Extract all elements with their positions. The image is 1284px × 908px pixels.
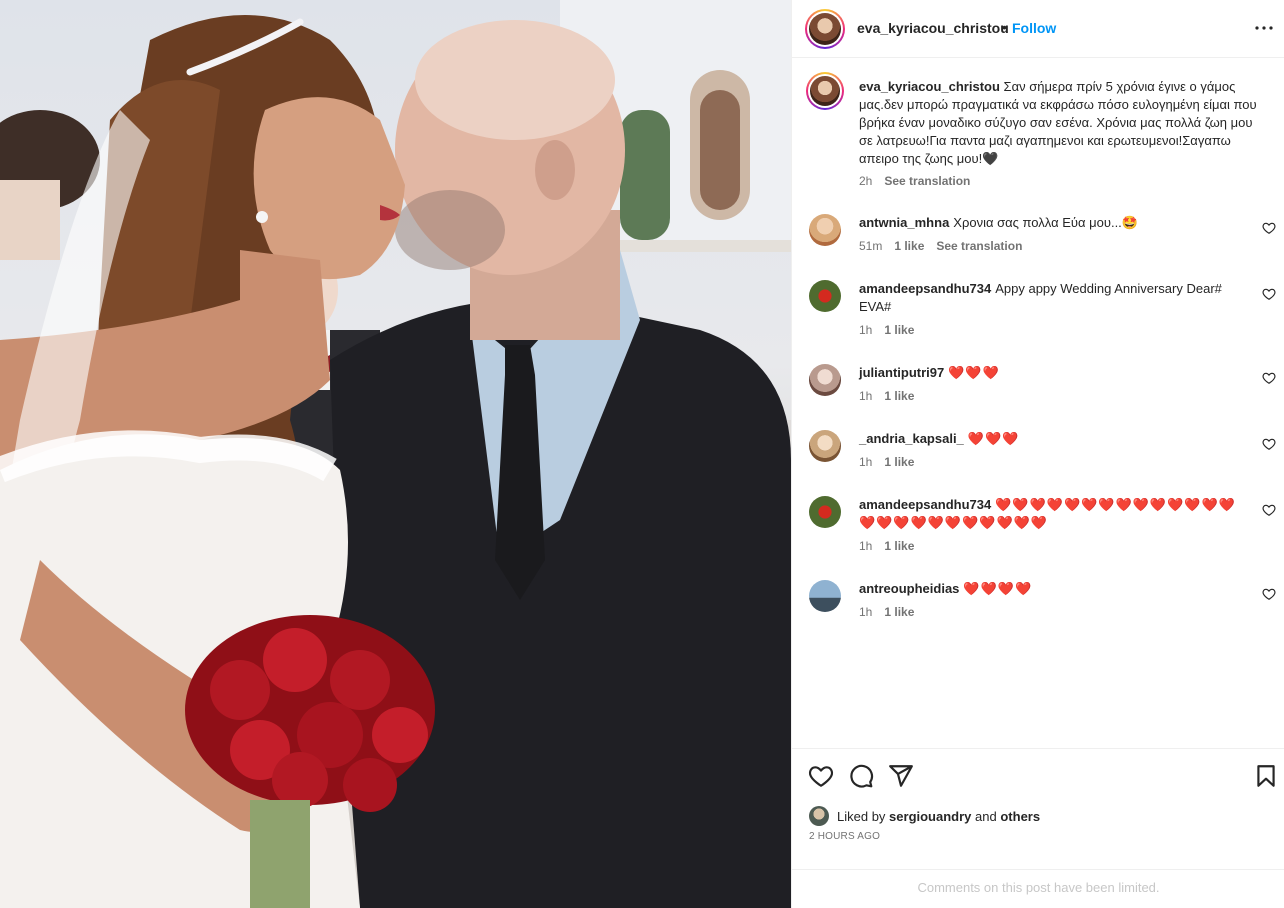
comment-meta: 1h 1 like bbox=[859, 455, 914, 469]
comments-limited-notice: Comments on this post have been limited. bbox=[792, 869, 1284, 907]
heart-outline-icon[interactable] bbox=[808, 763, 834, 789]
comment-time[interactable]: 1h bbox=[859, 539, 872, 553]
comment-text: antwnia_mhna Χρονια σας πολλα Εύα μου...🤩 bbox=[859, 214, 1249, 232]
comment-time[interactable]: 1h bbox=[859, 323, 872, 337]
commenter-avatar[interactable] bbox=[809, 580, 841, 612]
see-translation-button[interactable]: See translation bbox=[884, 174, 970, 188]
comment-meta: 51m 1 like See translation bbox=[859, 239, 1022, 253]
comment-meta: 1h 1 like bbox=[859, 389, 914, 403]
liked-by-and: and bbox=[975, 808, 997, 824]
follow-button[interactable]: Follow bbox=[1012, 20, 1056, 36]
comment-username[interactable]: antwnia_mhna bbox=[859, 215, 949, 230]
post-timestamp[interactable]: 2 HOURS AGO bbox=[809, 831, 880, 842]
comment-time[interactable]: 1h bbox=[859, 389, 872, 403]
comment-heart-icon[interactable] bbox=[1262, 287, 1276, 301]
comment-time[interactable]: 1h bbox=[859, 605, 872, 619]
caption-meta: 2h See translation bbox=[859, 174, 970, 188]
comment-likes[interactable]: 1 like bbox=[884, 389, 914, 403]
comment-heart-icon[interactable] bbox=[1262, 371, 1276, 385]
comment-text: antreoupheidias ❤️❤️❤️❤️ bbox=[859, 580, 1249, 598]
commenter-avatar[interactable] bbox=[809, 280, 841, 312]
comment-likes[interactable]: 1 like bbox=[884, 323, 914, 337]
comment-text: juliantiputri97 ❤️❤️❤️ bbox=[859, 364, 1249, 382]
comment-body: ❤️❤️❤️ bbox=[948, 365, 1000, 380]
wedding-photo-illustration bbox=[0, 0, 791, 908]
liked-by-row: Liked by sergiouandry and others bbox=[809, 806, 1040, 826]
comment-heart-icon[interactable] bbox=[1262, 221, 1276, 235]
comment-username[interactable]: _andria_kapsali_ bbox=[859, 431, 964, 446]
comment-body: Χρονια σας πολλα Εύα μου...🤩 bbox=[953, 215, 1138, 230]
comment-likes[interactable]: 1 like bbox=[884, 539, 914, 553]
commenter-avatar[interactable] bbox=[809, 496, 841, 528]
post-actions: Liked by sergiouandry and others 2 HOURS… bbox=[792, 748, 1284, 908]
comment-body: ❤️❤️❤️❤️ bbox=[963, 581, 1033, 596]
commenter-avatar[interactable] bbox=[809, 214, 841, 246]
comment-meta: 1h 1 like bbox=[859, 605, 914, 619]
comment-username[interactable]: juliantiputri97 bbox=[859, 365, 944, 380]
comment-text: amandeepsandhu734 Appy appy Wedding Anniv… bbox=[859, 280, 1249, 316]
comment-text: amandeepsandhu734 ❤️❤️❤️❤️❤️❤️❤️❤️❤️❤️❤️❤… bbox=[859, 496, 1249, 532]
commenter-avatar[interactable] bbox=[809, 364, 841, 396]
post-side-panel: eva_kyriacou_christou • Follow eva_kyria… bbox=[791, 0, 1284, 908]
share-icon[interactable] bbox=[888, 763, 914, 789]
comment-heart-icon[interactable] bbox=[1262, 437, 1276, 451]
more-horizontal-icon[interactable] bbox=[1252, 16, 1276, 40]
comment-time[interactable]: 51m bbox=[859, 239, 882, 253]
comment-meta: 1h 1 like bbox=[859, 539, 914, 553]
caption-username[interactable]: eva_kyriacou_christou bbox=[859, 79, 1000, 94]
comment-likes[interactable]: 1 like bbox=[884, 455, 914, 469]
post-photo[interactable] bbox=[0, 0, 791, 908]
comment-meta: 1h 1 like bbox=[859, 323, 914, 337]
author-avatar[interactable] bbox=[805, 9, 845, 49]
comment-username[interactable]: amandeepsandhu734 bbox=[859, 497, 991, 512]
comment-see-translation[interactable]: See translation bbox=[936, 239, 1022, 253]
author-username[interactable]: eva_kyriacou_christou bbox=[857, 20, 1009, 36]
liked-by-user[interactable]: sergiouandry bbox=[889, 809, 971, 824]
comment-time[interactable]: 1h bbox=[859, 455, 872, 469]
comment-username[interactable]: amandeepsandhu734 bbox=[859, 281, 991, 296]
comment-body: ❤️❤️❤️ bbox=[967, 431, 1020, 446]
caption-avatar[interactable] bbox=[806, 72, 844, 110]
comment-likes[interactable]: 1 like bbox=[894, 239, 924, 253]
liked-by-others[interactable]: others bbox=[1000, 809, 1040, 824]
caption-time[interactable]: 2h bbox=[859, 174, 872, 188]
comment-text: _andria_kapsali_ ❤️❤️❤️ bbox=[859, 430, 1249, 448]
liked-by-avatar[interactable] bbox=[809, 806, 829, 826]
post-header: eva_kyriacou_christou • Follow bbox=[792, 0, 1284, 58]
comment-heart-icon[interactable] bbox=[1262, 587, 1276, 601]
comment-username[interactable]: antreoupheidias bbox=[859, 581, 959, 596]
commenter-avatar[interactable] bbox=[809, 430, 841, 462]
comment-heart-icon[interactable] bbox=[1262, 503, 1276, 517]
liked-by-prefix: Liked by bbox=[837, 808, 886, 824]
comment-likes[interactable]: 1 like bbox=[884, 605, 914, 619]
header-separator: • bbox=[1002, 19, 1007, 35]
caption-text: eva_kyriacou_christou Σαν σήμερα πρίν 5 … bbox=[859, 78, 1259, 168]
bookmark-icon[interactable] bbox=[1253, 763, 1279, 789]
comment-icon[interactable] bbox=[848, 763, 874, 789]
